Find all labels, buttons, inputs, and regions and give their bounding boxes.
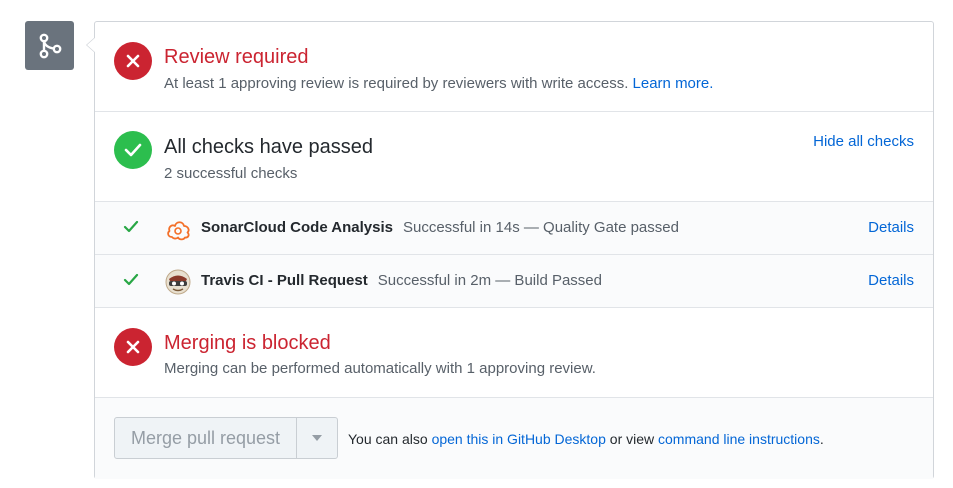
- check-icon: [123, 220, 139, 233]
- check-name: SonarCloud Code Analysis: [201, 219, 393, 236]
- check-icon: [124, 143, 142, 157]
- triangle-down-icon: [312, 435, 322, 441]
- learn-more-link[interactable]: Learn more.: [633, 75, 714, 92]
- checks-status-circle: [114, 131, 152, 169]
- footer-text-prefix: You can also: [348, 431, 432, 447]
- command-line-instructions-link[interactable]: command line instructions: [658, 431, 820, 447]
- check-description: Successful in 2m — Build Passed: [377, 272, 602, 289]
- footer-text-suffix: .: [819, 431, 824, 447]
- review-status-circle: [114, 42, 152, 80]
- merge-button-group: Merge pull request: [114, 417, 338, 459]
- review-title: Review required: [164, 46, 309, 68]
- review-required-section: Review required At least 1 approving rev…: [95, 22, 933, 112]
- check-name: Travis CI - Pull Request: [201, 272, 368, 289]
- blocked-title: Merging is blocked: [164, 332, 331, 354]
- check-text: Travis CI - Pull Request Successful in 2m…: [201, 271, 602, 291]
- blocked-description: Merging can be performed automatically w…: [164, 360, 596, 377]
- check-icon: [123, 273, 139, 286]
- details-link[interactable]: Details: [868, 218, 914, 238]
- merging-blocked-section: Merging is blocked Merging can be perfor…: [95, 308, 933, 398]
- sonarcloud-icon: [167, 221, 190, 241]
- x-icon: [126, 54, 140, 68]
- footer-text: You can also open this in GitHub Desktop…: [348, 429, 824, 449]
- footer-text-middle: or view: [605, 431, 659, 447]
- merge-status-box: Review required At least 1 approving rev…: [86, 21, 934, 479]
- blocked-status-circle: [114, 328, 152, 366]
- review-description: At least 1 approving review is required …: [164, 74, 713, 94]
- checks-summary-section: All checks have passed 2 successful chec…: [95, 112, 933, 202]
- merge-pull-request-button[interactable]: Merge pull request: [115, 418, 297, 458]
- review-description-text: At least 1 approving review is required …: [164, 75, 629, 92]
- details-link[interactable]: Details: [868, 271, 914, 291]
- github-desktop-link[interactable]: open this in GitHub Desktop: [432, 431, 606, 447]
- check-row: Travis CI - Pull Request Successful in 2m…: [95, 255, 933, 308]
- check-text: SonarCloud Code Analysis Successful in 14…: [201, 218, 679, 238]
- check-description: Successful in 14s — Quality Gate passed: [402, 219, 679, 236]
- x-icon: [126, 340, 140, 354]
- git-merge-badge: [25, 21, 74, 70]
- checks-title: All checks have passed: [164, 136, 374, 158]
- checks-subtitle: 2 successful checks: [164, 165, 298, 182]
- travis-ci-icon: [165, 269, 191, 295]
- merge-footer: Merge pull request You can also open thi…: [95, 398, 933, 479]
- check-row: SonarCloud Code Analysis Successful in 14…: [95, 202, 933, 255]
- hide-all-checks-link[interactable]: Hide all checks: [813, 132, 914, 152]
- git-merge-icon: [39, 33, 61, 58]
- merge-method-dropdown[interactable]: [297, 418, 337, 458]
